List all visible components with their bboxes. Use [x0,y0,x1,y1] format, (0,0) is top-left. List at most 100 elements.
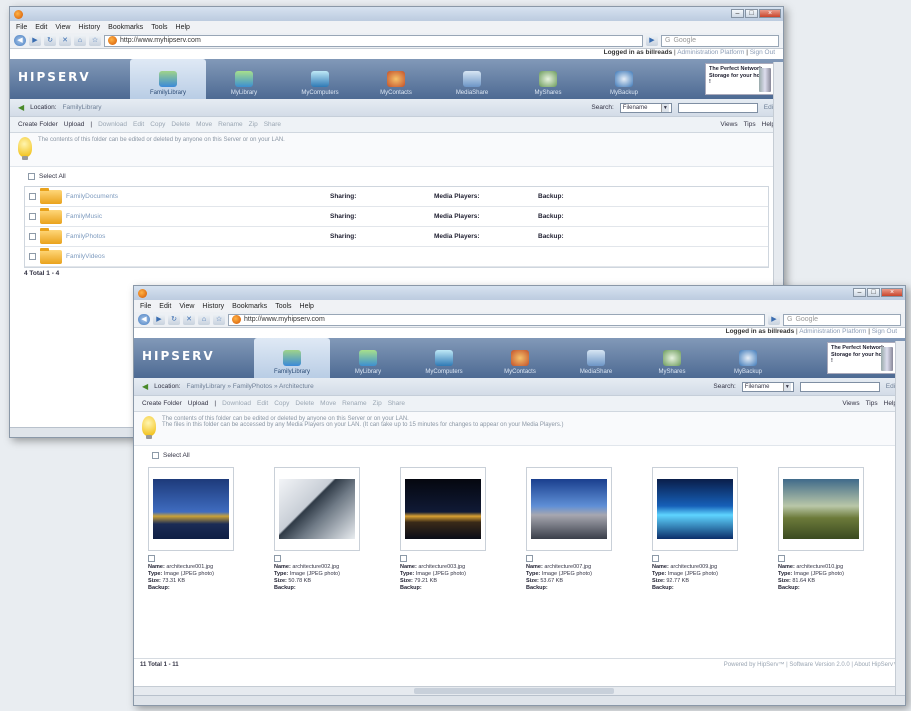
stop-icon[interactable]: ✕ [183,314,195,325]
vertical-scrollbar[interactable] [895,341,905,695]
tips-button[interactable]: Tips [744,121,756,128]
create-folder-button[interactable]: Create Folder [18,121,58,128]
home-icon[interactable]: ⌂ [74,35,86,46]
row-checkbox[interactable] [29,253,36,260]
browser-search-input[interactable]: G Google [783,313,901,326]
edit-button[interactable]: Edit [133,121,144,128]
stop-icon[interactable]: ✕ [59,35,71,46]
ad-banner[interactable]: The Perfect Network Storage for your hom… [705,63,775,95]
search-input[interactable] [799,381,880,392]
tab-family-library[interactable]: FamilyLibrary [130,59,206,99]
maximize-button[interactable]: □ [867,288,880,297]
search-scope-select[interactable]: Filename ▼ [741,381,794,392]
reload-icon[interactable]: ↻ [168,314,180,325]
folder-link[interactable]: FamilyDocuments [66,193,326,200]
back-icon[interactable]: ◀ [14,35,26,46]
select-all[interactable]: Select All [134,446,905,465]
tab-my-library[interactable]: MyLibrary [330,338,406,378]
go-icon[interactable]: ▶ [646,35,658,46]
breadcrumb[interactable]: FamilyLibrary [63,104,102,111]
maximize-button[interactable]: □ [745,9,758,18]
download-button[interactable]: Download [222,400,251,407]
menu-help[interactable]: Help [300,303,314,310]
menu-view[interactable]: View [55,24,70,31]
row-checkbox[interactable] [29,233,36,240]
photo-thumbnail[interactable] [526,467,612,551]
admin-link[interactable]: Administration Platform [677,49,744,56]
tab-my-library[interactable]: MyLibrary [206,59,282,99]
horizontal-scrollbar[interactable] [134,686,895,695]
photo-checkbox[interactable] [274,555,281,562]
photo-thumbnail[interactable] [400,467,486,551]
menu-file[interactable]: File [140,303,151,310]
tab-my-backup[interactable]: MyBackup [586,59,662,99]
url-bar[interactable]: http://www.myhipserv.com [104,34,643,47]
scroll-thumb[interactable] [414,688,614,694]
search-scope-select[interactable]: Filename ▼ [619,102,672,113]
move-button[interactable]: Move [196,121,212,128]
minimize-button[interactable]: – [731,9,744,18]
delete-button[interactable]: Delete [295,400,314,407]
forward-icon[interactable]: ▶ [29,35,41,46]
tab-media-share[interactable]: MediaShare [558,338,634,378]
menu-history[interactable]: History [202,303,224,310]
menu-view[interactable]: View [179,303,194,310]
back-icon[interactable]: ◀ [138,314,150,325]
photo-card[interactable]: Name: architecture010.jpg Type: Image (JP… [778,467,864,592]
photo-card[interactable]: Name: architecture001.jpg Type: Image (JP… [148,467,234,592]
bookmark-icon[interactable]: ☆ [89,35,101,46]
home-icon[interactable]: ⌂ [198,314,210,325]
photo-checkbox[interactable] [778,555,785,562]
photo-card[interactable]: Name: architecture009.jpg Type: Image (JP… [652,467,738,592]
photo-thumbnail[interactable] [778,467,864,551]
download-button[interactable]: Download [98,121,127,128]
upload-button[interactable]: Upload [64,121,85,128]
zip-button[interactable]: Zip [373,400,382,407]
tab-family-library[interactable]: FamilyLibrary [254,338,330,378]
ad-banner[interactable]: The Perfect Network Storage for your hom… [827,342,897,374]
go-icon[interactable]: ▶ [768,314,780,325]
select-all-checkbox[interactable] [28,173,35,180]
tab-my-computers[interactable]: MyComputers [406,338,482,378]
rename-button[interactable]: Rename [342,400,367,407]
breadcrumb[interactable]: FamilyLibrary » FamilyPhotos » Architect… [187,383,314,390]
browser-search-input[interactable]: G Google [661,34,779,47]
edit-button[interactable]: Edit [257,400,268,407]
delete-button[interactable]: Delete [171,121,190,128]
share-button[interactable]: Share [264,121,281,128]
menu-bookmarks[interactable]: Bookmarks [108,24,143,31]
photo-thumbnail[interactable] [652,467,738,551]
views-button[interactable]: Views [842,400,859,407]
url-bar[interactable]: http://www.myhipserv.com [228,313,765,326]
up-arrow-icon[interactable]: ◀ [18,103,24,112]
create-folder-button[interactable]: Create Folder [142,400,182,407]
sign-out-link[interactable]: Sign Out [750,49,775,56]
tips-button[interactable]: Tips [866,400,878,407]
menu-help[interactable]: Help [176,24,190,31]
move-button[interactable]: Move [320,400,336,407]
menu-history[interactable]: History [78,24,100,31]
tab-my-shares[interactable]: MyShares [510,59,586,99]
upload-button[interactable]: Upload [188,400,209,407]
menu-tools[interactable]: Tools [275,303,291,310]
list-item[interactable]: FamilyDocuments Sharing: Media Players: … [25,187,768,207]
select-all[interactable]: Select All [10,167,783,186]
row-checkbox[interactable] [29,193,36,200]
photo-card[interactable]: Name: architecture007.jpg Type: Image (JP… [526,467,612,592]
share-button[interactable]: Share [388,400,405,407]
photo-checkbox[interactable] [652,555,659,562]
copy-button[interactable]: Copy [274,400,289,407]
photo-thumbnail[interactable] [148,467,234,551]
folder-link[interactable]: FamilyMusic [66,213,326,220]
reload-icon[interactable]: ↻ [44,35,56,46]
menu-tools[interactable]: Tools [151,24,167,31]
tab-my-computers[interactable]: MyComputers [282,59,358,99]
menu-bookmarks[interactable]: Bookmarks [232,303,267,310]
up-arrow-icon[interactable]: ◀ [142,382,148,391]
photo-checkbox[interactable] [148,555,155,562]
forward-icon[interactable]: ▶ [153,314,165,325]
photo-checkbox[interactable] [526,555,533,562]
list-item[interactable]: FamilyVideos [25,247,768,267]
close-button[interactable]: × [881,288,903,297]
sign-out-link[interactable]: Sign Out [872,328,897,335]
